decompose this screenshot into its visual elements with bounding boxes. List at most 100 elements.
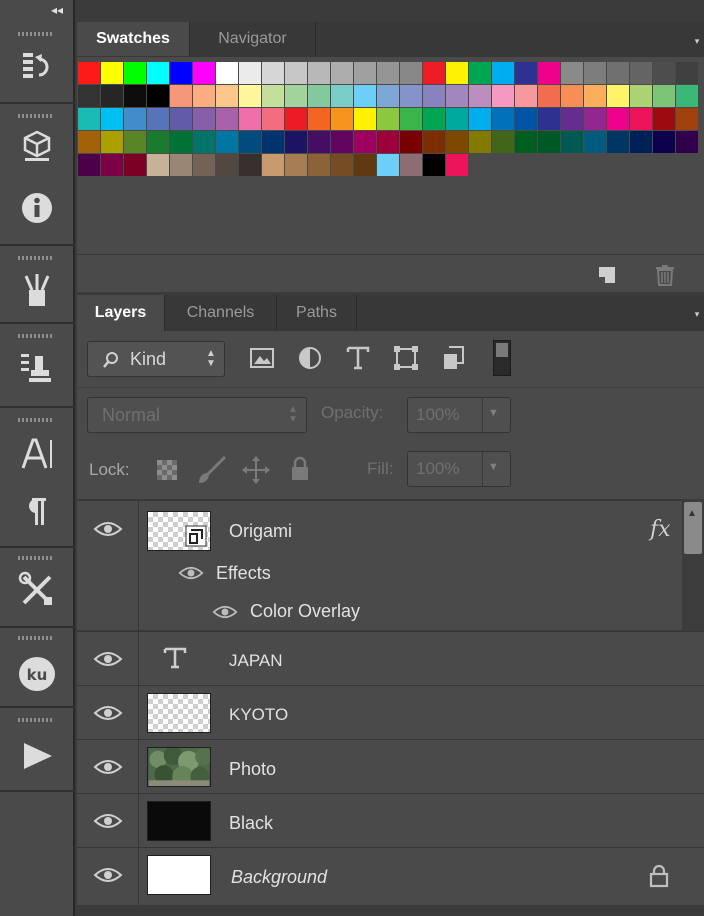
color-swatch[interactable] <box>515 131 537 153</box>
fill-field[interactable]: 100% ▼ <box>407 451 511 487</box>
color-swatch[interactable] <box>170 131 192 153</box>
color-swatch[interactable] <box>538 131 560 153</box>
visibility-eye-icon[interactable] <box>93 758 123 776</box>
color-swatch[interactable] <box>377 108 399 130</box>
color-swatch[interactable] <box>124 131 146 153</box>
character-icon[interactable] <box>14 434 60 474</box>
color-swatch[interactable] <box>377 154 399 176</box>
group-grip[interactable] <box>18 636 54 640</box>
color-swatch[interactable] <box>239 62 261 84</box>
tab-navigator[interactable]: Navigator <box>190 22 316 56</box>
color-swatch[interactable] <box>561 108 583 130</box>
brush-presets-icon[interactable] <box>14 270 60 310</box>
visibility-eye-icon[interactable] <box>93 520 123 538</box>
color-swatch[interactable] <box>262 62 284 84</box>
opacity-field[interactable]: 100% ▼ <box>407 397 511 433</box>
tab-channels[interactable]: Channels <box>165 295 277 331</box>
color-swatch[interactable] <box>492 131 514 153</box>
color-swatch[interactable] <box>377 85 399 107</box>
info-icon[interactable] <box>14 188 60 228</box>
color-swatch[interactable] <box>676 85 698 107</box>
tab-swatches[interactable]: Swatches <box>77 22 190 56</box>
group-grip[interactable] <box>18 32 54 36</box>
color-swatch[interactable] <box>308 85 330 107</box>
color-swatch[interactable] <box>193 85 215 107</box>
color-swatch[interactable] <box>216 108 238 130</box>
color-swatch[interactable] <box>446 154 468 176</box>
history-icon[interactable] <box>14 46 60 86</box>
panel-menu-icon[interactable]: ▾ <box>690 309 704 319</box>
color-swatch[interactable] <box>331 85 353 107</box>
color-swatch[interactable] <box>607 131 629 153</box>
clone-source-icon[interactable] <box>14 348 60 388</box>
color-swatch[interactable] <box>400 85 422 107</box>
layer-row-black[interactable]: Black <box>77 793 704 848</box>
color-swatch[interactable] <box>331 108 353 130</box>
color-swatch[interactable] <box>147 62 169 84</box>
color-swatch[interactable] <box>423 131 445 153</box>
layer-row-kyoto[interactable]: KYOTO <box>77 685 704 740</box>
color-swatch[interactable] <box>147 131 169 153</box>
color-swatch[interactable] <box>584 108 606 130</box>
color-swatch[interactable] <box>584 85 606 107</box>
color-swatch[interactable] <box>400 154 422 176</box>
color-swatch[interactable] <box>561 85 583 107</box>
color-swatch[interactable] <box>423 154 445 176</box>
color-swatch[interactable] <box>538 62 560 84</box>
layer-row-photo[interactable]: Photo <box>77 739 704 794</box>
filter-pixel-icon[interactable] <box>249 345 275 371</box>
color-swatch[interactable] <box>308 62 330 84</box>
color-swatch[interactable] <box>607 62 629 84</box>
color-swatch[interactable] <box>377 131 399 153</box>
color-swatch[interactable] <box>446 85 468 107</box>
lock-all-icon[interactable] <box>289 456 311 482</box>
color-swatch[interactable] <box>653 131 675 153</box>
color-swatch[interactable] <box>400 62 422 84</box>
color-swatch[interactable] <box>193 131 215 153</box>
color-swatch[interactable] <box>492 62 514 84</box>
group-grip[interactable] <box>18 418 54 422</box>
filter-shape-icon[interactable] <box>393 345 419 371</box>
color-swatch[interactable] <box>676 108 698 130</box>
visibility-eye-icon[interactable] <box>93 650 123 668</box>
3d-icon[interactable] <box>14 126 60 166</box>
color-swatch[interactable] <box>170 62 192 84</box>
color-swatch[interactable] <box>400 108 422 130</box>
color-swatch[interactable] <box>400 131 422 153</box>
color-swatch[interactable] <box>262 108 284 130</box>
color-swatch[interactable] <box>262 154 284 176</box>
color-swatch[interactable] <box>354 131 376 153</box>
color-swatch[interactable] <box>101 154 123 176</box>
color-swatch[interactable] <box>492 108 514 130</box>
color-swatch[interactable] <box>515 85 537 107</box>
color-swatch[interactable] <box>331 131 353 153</box>
filter-kind-select[interactable]: Kind ▲ ▼ <box>87 341 225 377</box>
color-swatch[interactable] <box>216 62 238 84</box>
color-swatch[interactable] <box>78 85 100 107</box>
paragraph-icon[interactable] <box>14 492 60 532</box>
filter-type-icon[interactable] <box>345 345 371 371</box>
blend-mode-select[interactable]: Normal ▲ ▼ <box>87 397 307 433</box>
color-swatch[interactable] <box>676 131 698 153</box>
color-swatch[interactable] <box>538 85 560 107</box>
color-swatch[interactable] <box>193 154 215 176</box>
color-swatch[interactable] <box>216 131 238 153</box>
kuler-icon[interactable]: ku <box>14 654 60 694</box>
color-swatch[interactable] <box>285 154 307 176</box>
color-swatch[interactable] <box>147 108 169 130</box>
color-swatch[interactable] <box>170 154 192 176</box>
color-swatch[interactable] <box>584 62 606 84</box>
tool-presets-icon[interactable] <box>14 570 60 610</box>
filter-toggle-switch[interactable] <box>493 340 511 376</box>
lock-position-move-icon[interactable] <box>241 455 271 485</box>
scroll-up-icon[interactable]: ▲ <box>687 508 697 519</box>
color-swatch[interactable] <box>147 85 169 107</box>
color-swatch[interactable] <box>285 85 307 107</box>
visibility-eye-icon[interactable] <box>93 866 123 884</box>
color-swatch[interactable] <box>469 131 491 153</box>
color-swatch[interactable] <box>584 131 606 153</box>
panel-menu-icon[interactable]: ▾ <box>690 36 704 46</box>
color-swatch[interactable] <box>423 108 445 130</box>
color-swatch[interactable] <box>262 85 284 107</box>
color-swatch[interactable] <box>423 85 445 107</box>
